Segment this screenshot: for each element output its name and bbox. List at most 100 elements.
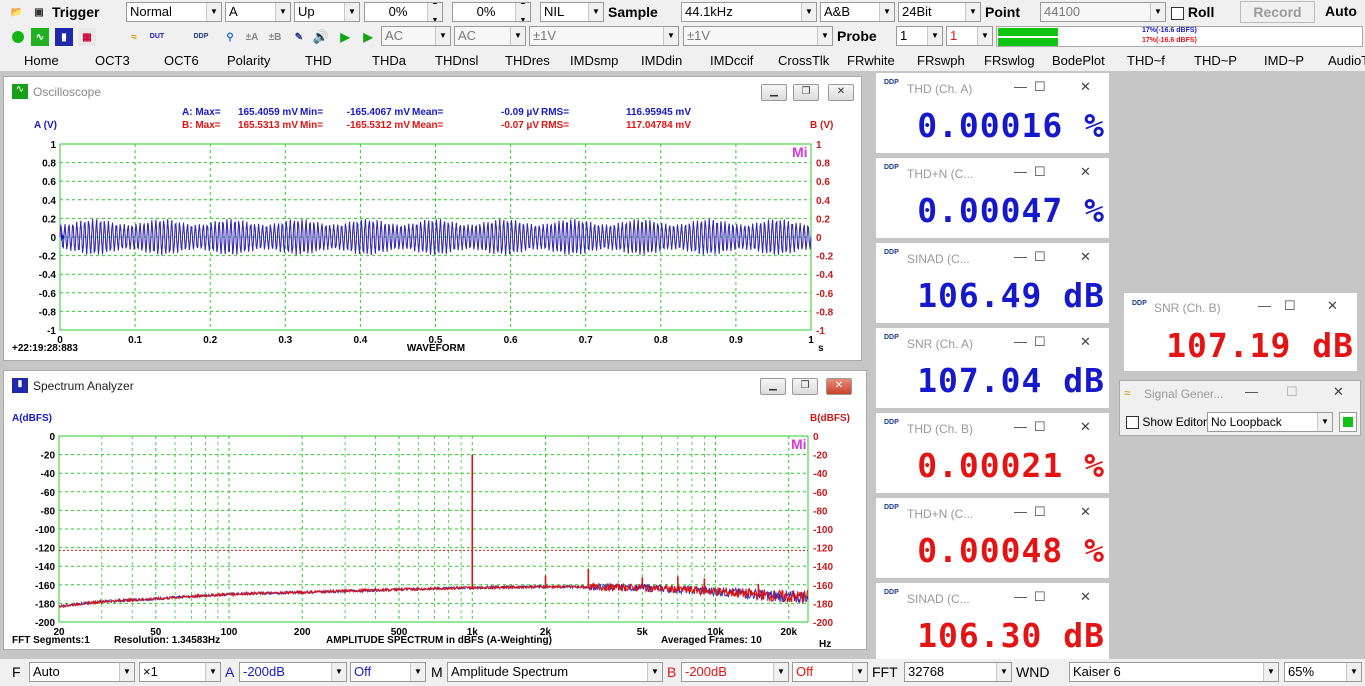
- generator-icon[interactable]: ≈: [125, 28, 143, 46]
- minimize-button[interactable]: —: [1014, 79, 1027, 94]
- tab-home[interactable]: Home: [24, 53, 59, 69]
- maximize-button[interactable]: ☐: [1034, 249, 1046, 265]
- range-a-select[interactable]: ±1V ▼: [529, 26, 679, 46]
- minimize-button[interactable]: —: [1014, 419, 1027, 434]
- auto-button[interactable]: Auto: [1318, 1, 1364, 23]
- tab-thdp[interactable]: THD~P: [1194, 53, 1237, 69]
- channels-select[interactable]: A&B ▼: [820, 2, 895, 22]
- range-b-select[interactable]: ±1V ▼: [683, 26, 833, 46]
- waveform-icon[interactable]: ∿: [31, 28, 49, 46]
- close-button[interactable]: ✕: [1080, 504, 1091, 520]
- sample-rate-select[interactable]: 44.1kHz ▼: [681, 2, 817, 22]
- minimize-button[interactable]: —: [1014, 164, 1027, 179]
- probe-tool-icon[interactable]: ✎: [290, 28, 308, 46]
- a-floor-select[interactable]: -200dB ▼: [239, 662, 347, 682]
- minimize-button[interactable]: —: [1014, 589, 1027, 604]
- b-weighting-select[interactable]: Off ▼: [792, 662, 868, 682]
- probe-a-select[interactable]: 1 ▼: [896, 26, 943, 46]
- checkbox-box[interactable]: [1126, 416, 1139, 430]
- pre-trigger-stepper[interactable]: 0% ▲ ▼: [452, 2, 531, 22]
- meter-window[interactable]: DDP THD (Ch. A) — ☐ ✕ 0.00016 %: [876, 73, 1109, 153]
- b-offset-icon[interactable]: ±B: [266, 28, 284, 46]
- oscilloscope-plot[interactable]: 0 0.1 0.2 0.3 0.4 0.5 0.6 0.7 0.8 0.9 11 10.8 0.80.6…: [4, 77, 861, 360]
- trigger-mode-select[interactable]: Normal ▼: [126, 2, 222, 22]
- save-disk-icon[interactable]: ▣: [30, 3, 48, 21]
- tab-polarity[interactable]: Polarity: [227, 53, 270, 69]
- b-floor-select[interactable]: -200dB ▼: [681, 662, 789, 682]
- tab-frswph[interactable]: FRswph: [917, 53, 965, 69]
- snr-b-meter-window[interactable]: DDP SNR (Ch. B) — ☐ ✕ 107.19 dB: [1124, 293, 1357, 371]
- tab-thd[interactable]: THD: [305, 53, 332, 69]
- maximize-button[interactable]: ☐: [1034, 419, 1046, 435]
- probe-b-select[interactable]: 1 ▼: [946, 26, 993, 46]
- close-button[interactable]: ✕: [1327, 298, 1338, 314]
- window-function-select[interactable]: Kaiser 6 ▼: [1069, 662, 1279, 682]
- minimize-button[interactable]: —: [1245, 384, 1258, 399]
- tab-audiot[interactable]: AudioT: [1328, 53, 1365, 69]
- tab-frswlog[interactable]: FRswlog: [984, 53, 1035, 69]
- tab-bodeplot[interactable]: BodePlot: [1052, 53, 1105, 69]
- coupling-a-select[interactable]: AC ▼: [381, 26, 451, 46]
- meter-window[interactable]: DDP SNR (Ch. A) — ☐ ✕ 107.04 dB: [876, 328, 1109, 408]
- tab-thdnsl[interactable]: THDnsl: [435, 53, 478, 69]
- show-editor-checkbox[interactable]: Show Editor: [1126, 415, 1207, 430]
- close-button[interactable]: ✕: [1080, 419, 1091, 435]
- close-button[interactable]: ✕: [1080, 589, 1091, 605]
- coupling-b-select[interactable]: AC ▼: [454, 26, 526, 46]
- nil-select[interactable]: NIL ▼: [540, 2, 604, 22]
- frequency-mode-select[interactable]: Auto ▼: [29, 662, 135, 682]
- stepper-arrows-icon[interactable]: ▲ ▼: [427, 3, 442, 21]
- fft-size-select[interactable]: 32768 ▼: [904, 662, 1012, 682]
- trigger-edge-select[interactable]: Up ▼: [294, 2, 360, 22]
- bit-depth-select[interactable]: 24Bit ▼: [898, 2, 981, 22]
- tab-imdccif[interactable]: IMDccif: [710, 53, 753, 69]
- meter-grid-icon[interactable]: ▦: [78, 28, 96, 46]
- maximize-button[interactable]: ☐: [1286, 384, 1298, 400]
- minimize-button[interactable]: —: [1014, 334, 1027, 349]
- maximize-button[interactable]: ☐: [1284, 298, 1296, 314]
- tab-imddin[interactable]: IMDdin: [641, 53, 682, 69]
- tab-thda[interactable]: THDa: [372, 53, 406, 69]
- open-folder-icon[interactable]: 📂: [8, 3, 26, 21]
- play-loop-icon[interactable]: ▶: [359, 28, 377, 46]
- roll-checkbox[interactable]: Roll: [1171, 4, 1214, 20]
- close-button[interactable]: ✕: [1080, 79, 1091, 95]
- point-count-select[interactable]: 44100 ▼: [1040, 2, 1166, 22]
- maximize-button[interactable]: ☐: [1034, 164, 1046, 180]
- tab-imdsmp[interactable]: IMDsmp: [570, 53, 618, 69]
- a-offset-icon[interactable]: ±A: [243, 28, 261, 46]
- maximize-button[interactable]: ☐: [1034, 334, 1046, 350]
- trigger-channel-select[interactable]: A ▼: [225, 2, 291, 22]
- tab-oct6[interactable]: OCT6: [164, 53, 199, 69]
- close-button[interactable]: ✕: [1080, 249, 1091, 265]
- meter-window[interactable]: DDP SINAD (C... — ☐ ✕ 106.30 dB: [876, 583, 1109, 663]
- zoom-select[interactable]: 65% ▼: [1284, 662, 1362, 682]
- display-mode-select[interactable]: Amplitude Spectrum ▼: [447, 662, 663, 682]
- calibrate-icon[interactable]: ⚲: [221, 28, 239, 46]
- maximize-button[interactable]: ☐: [1034, 79, 1046, 95]
- loopback-select[interactable]: No Loopback ▼: [1207, 412, 1333, 432]
- speaker-icon[interactable]: 🔊: [312, 28, 330, 46]
- close-button[interactable]: ✕: [1080, 164, 1091, 180]
- checkbox-box[interactable]: [1171, 6, 1184, 20]
- maximize-button[interactable]: ☐: [1034, 504, 1046, 520]
- tab-frwhite[interactable]: FRwhite: [847, 53, 895, 69]
- run-dot-icon[interactable]: [9, 28, 27, 46]
- tab-thdres[interactable]: THDres: [505, 53, 550, 69]
- close-button[interactable]: ✕: [1333, 384, 1344, 400]
- tab-crosstlk[interactable]: CrossTlk: [778, 53, 829, 69]
- play-icon[interactable]: ▶: [336, 28, 354, 46]
- tab-thdf[interactable]: THD~f: [1127, 53, 1165, 69]
- multiplier-select[interactable]: ×1 ▼: [139, 662, 221, 682]
- meter-window[interactable]: DDP THD (Ch. B) — ☐ ✕ 0.00021 %: [876, 413, 1109, 493]
- close-button[interactable]: ✕: [1080, 334, 1091, 350]
- minimize-button[interactable]: —: [1014, 249, 1027, 264]
- meter-window[interactable]: DDP THD+N (C... — ☐ ✕ 0.00047 %: [876, 158, 1109, 238]
- a-weighting-select[interactable]: Off ▼: [350, 662, 426, 682]
- spectrum-icon[interactable]: ▮: [55, 28, 73, 46]
- meter-window[interactable]: DDP SINAD (C... — ☐ ✕ 106.49 dB: [876, 243, 1109, 323]
- stepper-arrows-icon[interactable]: ▲ ▼: [515, 3, 530, 21]
- record-button[interactable]: Record: [1240, 1, 1315, 23]
- meter-window[interactable]: DDP THD+N (C... — ☐ ✕ 0.00048 %: [876, 498, 1109, 578]
- dut-icon[interactable]: DUT: [148, 28, 166, 46]
